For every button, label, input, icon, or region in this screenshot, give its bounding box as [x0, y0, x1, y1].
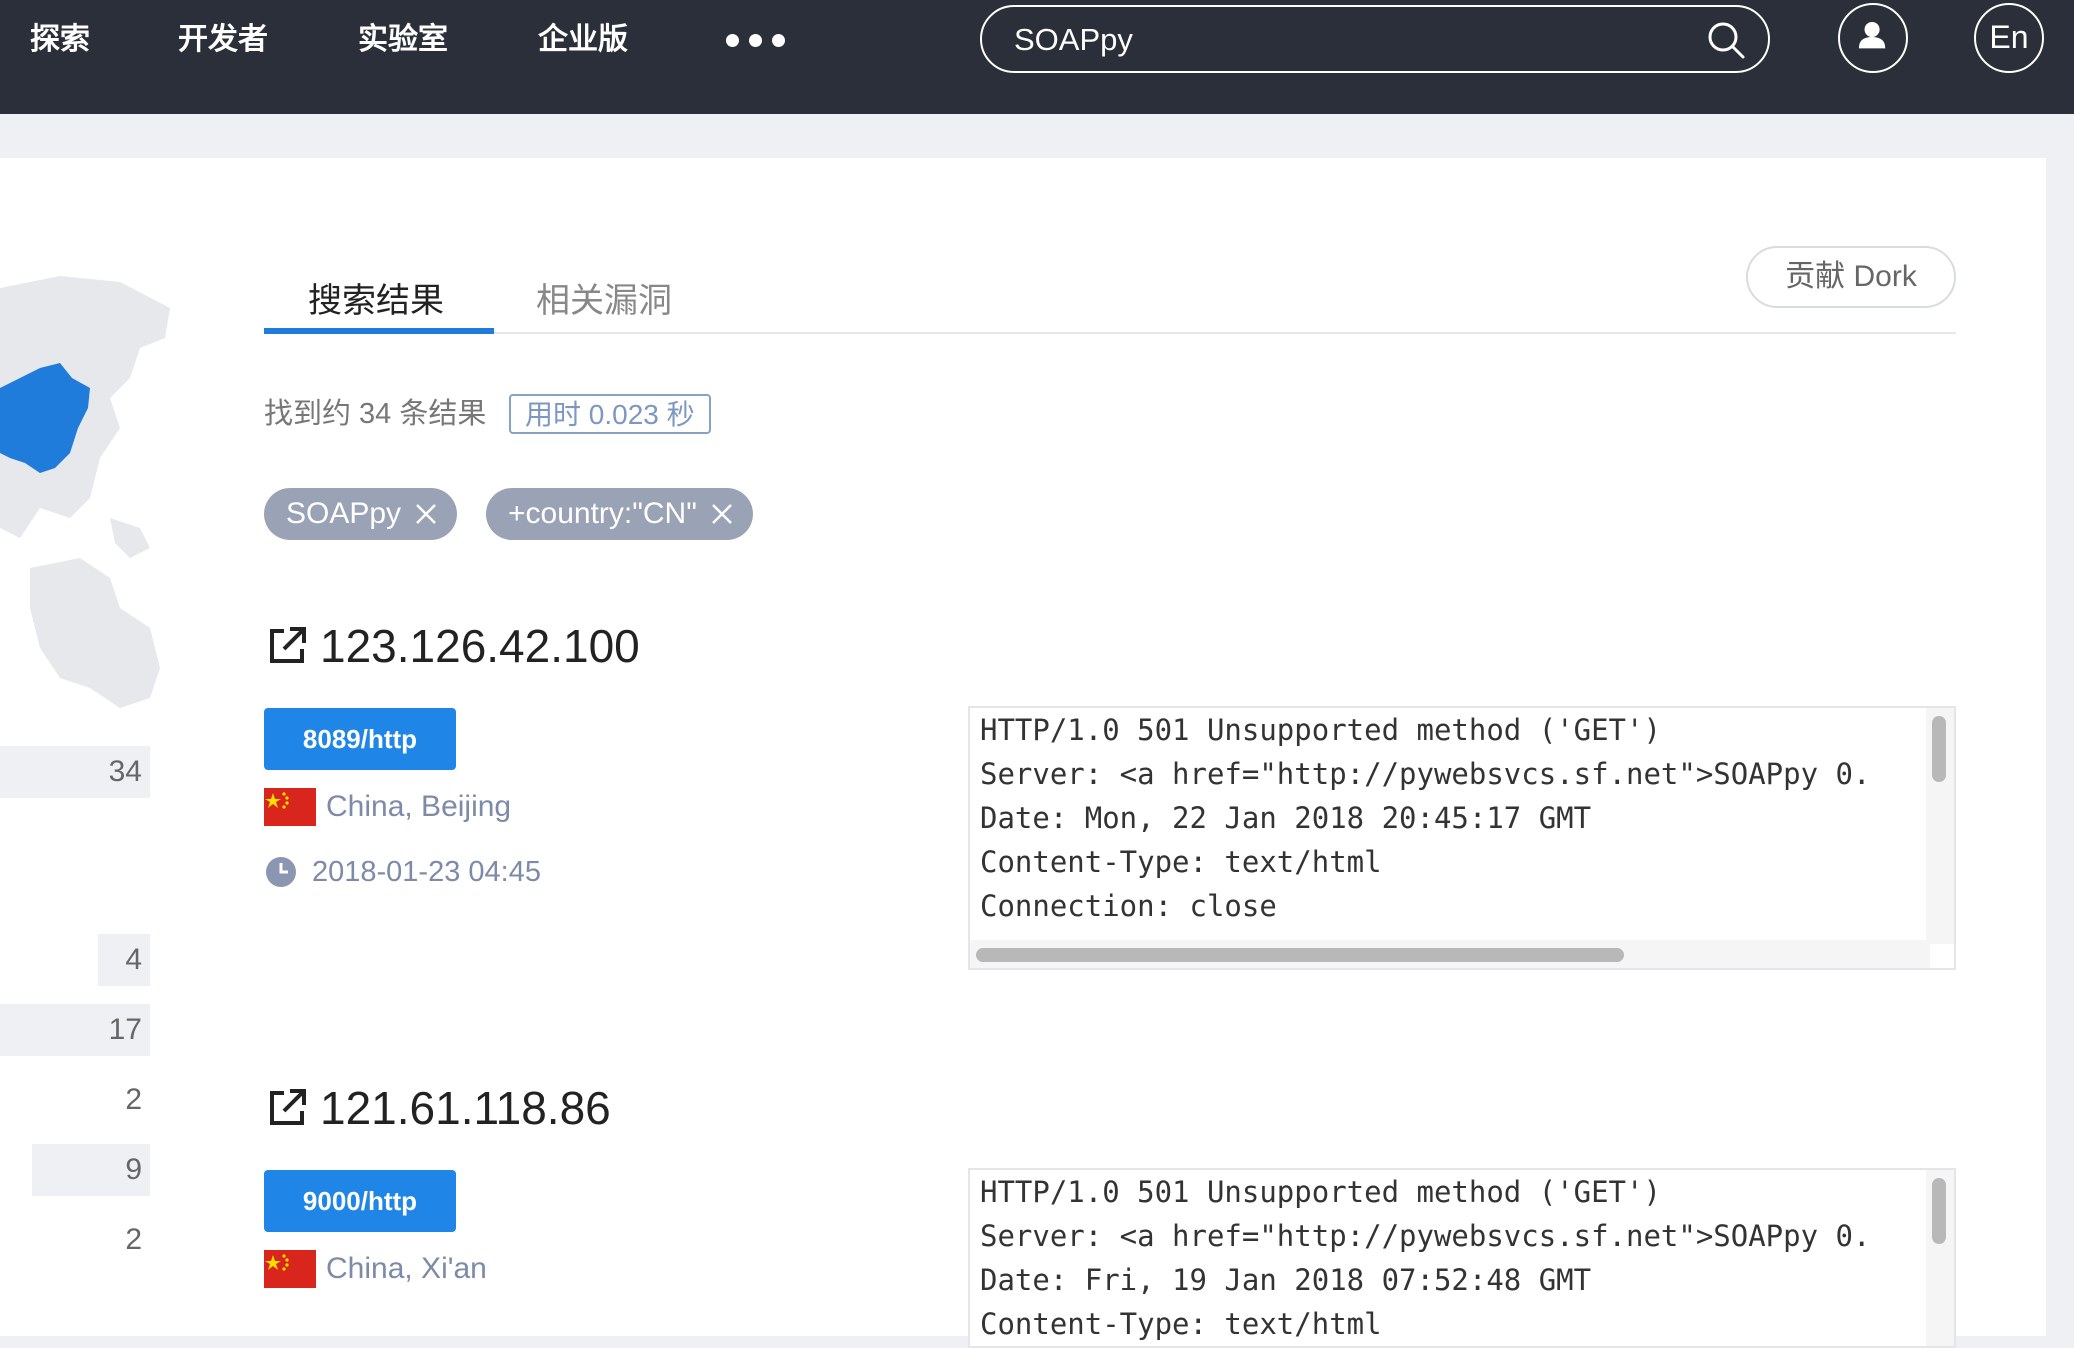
world-map[interactable]	[0, 268, 180, 728]
result-ip-link[interactable]: 123.126.42.100	[264, 618, 640, 674]
stat-row[interactable]: 9	[32, 1144, 150, 1196]
search-input[interactable]	[1012, 17, 1676, 63]
banner-line: HTTP/1.0 501 Unsupported method ('GET')	[980, 1175, 1661, 1209]
banner-line: HTTP/1.0 501 Unsupported method ('GET')	[980, 713, 1661, 747]
scrollbar-thumb[interactable]	[976, 948, 1624, 962]
location-text[interactable]: China, Beijing	[326, 788, 511, 826]
port-badge[interactable]: 8089/http	[264, 708, 456, 770]
result-ip: 121.61.118.86	[320, 1082, 611, 1134]
user-icon	[1858, 21, 1886, 49]
banner-box[interactable]: HTTP/1.0 501 Unsupported method ('GET') …	[968, 1168, 1956, 1348]
stat-row[interactable]: 2	[98, 1214, 150, 1266]
filter-chip-label: SOAPpy	[286, 497, 402, 530]
banner-box[interactable]: HTTP/1.0 501 Unsupported method ('GET') …	[968, 706, 1956, 970]
china-flag-icon	[264, 788, 316, 826]
banner-line: Content-Type: text/html	[980, 1307, 1382, 1341]
filter-chip-label: +country:"CN"	[508, 497, 697, 530]
scrollbar-thumb[interactable]	[1932, 716, 1946, 782]
more-dots-icon[interactable]	[726, 34, 785, 47]
search-box	[980, 5, 1770, 73]
filter-chip[interactable]: +country:"CN"	[486, 488, 753, 540]
vertical-scrollbar[interactable]	[1926, 1170, 1954, 1346]
location-text[interactable]: China, Xi'an	[326, 1250, 487, 1288]
nav-developer[interactable]: 开发者	[178, 18, 268, 62]
result-location: China, Xi'an	[264, 1250, 487, 1288]
active-tab-indicator	[264, 328, 494, 334]
stat-row[interactable]: 4	[98, 934, 150, 986]
top-navbar: 探索 开发者 实验室 企业版 En	[0, 0, 2074, 114]
language-toggle[interactable]: En	[1974, 3, 2044, 73]
result-item: 123.126.42.100 8089/http China, Beijing …	[264, 618, 1964, 970]
tab-divider	[264, 332, 1956, 334]
banner-line: Connection: close	[980, 889, 1277, 923]
close-icon[interactable]	[709, 501, 735, 527]
horizontal-scrollbar[interactable]	[970, 940, 1930, 968]
external-link-icon	[270, 1089, 306, 1125]
user-button[interactable]	[1838, 3, 1908, 73]
stat-row[interactable]: 2	[98, 1074, 150, 1126]
nav-explore[interactable]: 探索	[30, 18, 90, 62]
vertical-scrollbar[interactable]	[1926, 708, 1954, 944]
timestamp: 2018-01-23 04:45	[312, 856, 541, 888]
banner-line: Server: <a href="http://pywebsvcs.sf.net…	[980, 1219, 1871, 1253]
banner-line: Server: <a href="http://pywebsvcs.sf.net…	[980, 757, 1871, 791]
language-label: En	[1989, 19, 2029, 55]
stat-row[interactable]: 34	[0, 746, 150, 798]
search-icon[interactable]	[1706, 20, 1746, 60]
contribute-dork-button[interactable]: 贡献 Dork	[1746, 246, 1956, 308]
clock-icon	[266, 857, 296, 887]
result-location: China, Beijing	[264, 788, 511, 826]
filter-chip[interactable]: SOAPpy	[264, 488, 458, 540]
external-link-icon	[270, 627, 306, 663]
result-count: 找到约 34 条结果	[264, 398, 487, 430]
result-time: 2018-01-23 04:45	[264, 852, 541, 892]
stat-row[interactable]: 17	[0, 1004, 150, 1056]
nav-lab[interactable]: 实验室	[358, 18, 448, 62]
banner-line: Date: Mon, 22 Jan 2018 20:45:17 GMT	[980, 801, 1592, 835]
query-time-badge: 用时 0.023 秒	[509, 394, 711, 434]
banner-line: Date: Fri, 19 Jan 2018 07:52:48 GMT	[980, 1263, 1592, 1297]
result-ip-link[interactable]: 121.61.118.86	[264, 1080, 611, 1136]
china-flag-icon	[264, 1250, 316, 1288]
result-ip: 123.126.42.100	[320, 620, 640, 672]
result-item: 121.61.118.86 9000/http China, Xi'an HTT…	[264, 1080, 1964, 1348]
nav-enterprise[interactable]: 企业版	[538, 18, 628, 62]
port-badge[interactable]: 9000/http	[264, 1170, 456, 1232]
results-card: 34 4 17 2 9 2 搜索结果 相关漏洞 贡献 Dork 找到约 34 条…	[0, 158, 2046, 1348]
tab-search-results[interactable]: 搜索结果	[308, 266, 444, 336]
banner-line: Content-Type: text/html	[980, 845, 1382, 879]
close-icon[interactable]	[413, 501, 439, 527]
tab-related-vulns[interactable]: 相关漏洞	[536, 266, 672, 336]
scrollbar-thumb[interactable]	[1932, 1178, 1946, 1244]
